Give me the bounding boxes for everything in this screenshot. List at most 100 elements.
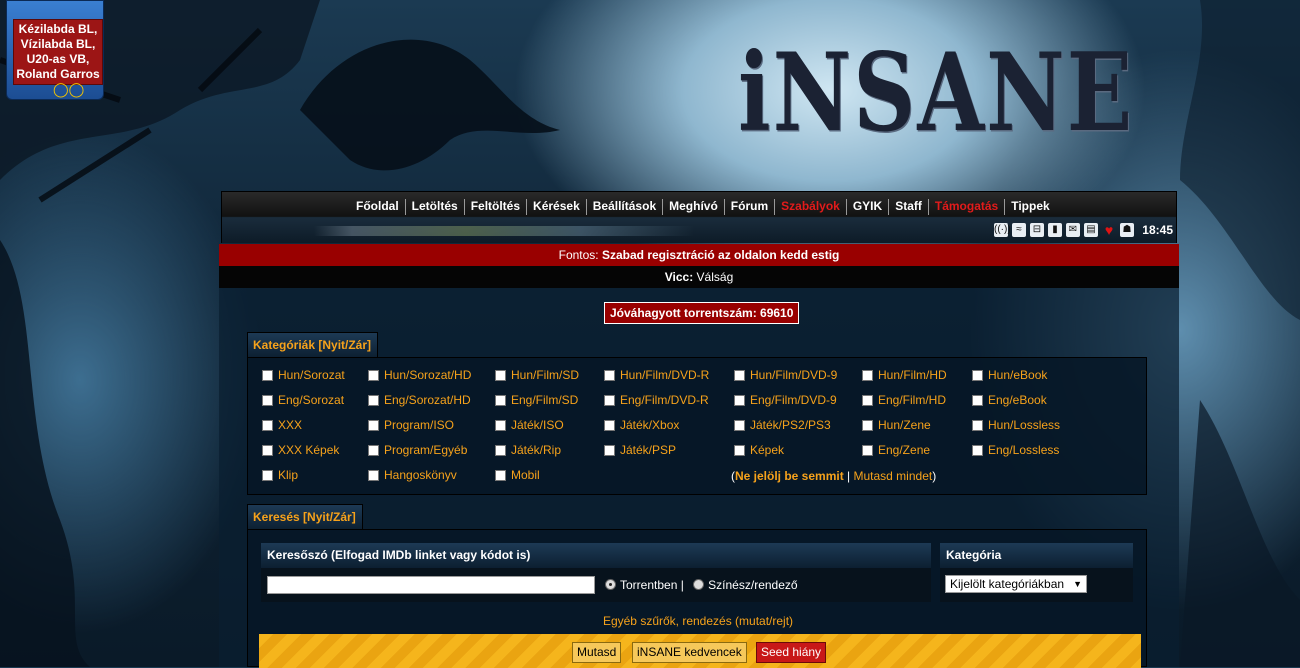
category-label[interactable]: Hun/Sorozat [278, 368, 345, 382]
category-checkbox[interactable] [262, 394, 273, 406]
category-checkbox[interactable] [495, 469, 506, 481]
category-item[interactable]: Képek [734, 443, 784, 457]
category-item[interactable]: Hun/Lossless [972, 418, 1060, 432]
category-item[interactable]: Hun/Film/HD [862, 368, 947, 382]
favorites-button[interactable]: iNSANE kedvencek [632, 642, 747, 663]
category-item[interactable]: Játék/Rip [495, 443, 561, 457]
category-label[interactable]: Hun/eBook [988, 368, 1047, 382]
category-label[interactable]: Mobil [511, 468, 540, 482]
category-item[interactable]: Eng/Film/HD [862, 393, 946, 407]
category-item[interactable]: XXX [262, 418, 302, 432]
category-item[interactable]: Eng/Sorozat [262, 393, 344, 407]
site-logo[interactable]: iNSANE [738, 30, 1134, 156]
category-label[interactable]: Hun/Film/DVD-9 [750, 368, 837, 382]
category-item[interactable]: Klip [262, 468, 298, 482]
promo-badge[interactable]: Kézilabda BL, Vízilabda BL, U20-as VB, R… [6, 0, 104, 100]
category-checkbox[interactable] [262, 419, 273, 431]
category-label[interactable]: Eng/eBook [988, 393, 1047, 407]
heart-icon[interactable]: ♥ [1102, 223, 1116, 237]
category-item[interactable]: XXX Képek [262, 443, 339, 457]
nav-link-tippek[interactable]: Tippek [1005, 199, 1055, 215]
category-label[interactable]: Hun/Film/SD [511, 368, 579, 382]
category-checkbox[interactable] [262, 469, 273, 481]
category-checkbox[interactable] [862, 444, 873, 456]
category-checkbox[interactable] [972, 369, 983, 381]
message-icon[interactable]: ▤ [1084, 223, 1098, 237]
nav-link-beallitasok[interactable]: Beállítások [587, 199, 664, 215]
category-label[interactable]: Játék/PS2/PS3 [750, 418, 831, 432]
category-checkbox[interactable] [368, 469, 379, 481]
category-item[interactable]: Hun/eBook [972, 368, 1047, 382]
category-label[interactable]: Program/ISO [384, 418, 454, 432]
category-checkbox[interactable] [734, 394, 745, 406]
mail-icon[interactable]: ✉ [1066, 223, 1080, 237]
category-label[interactable]: Eng/Film/SD [511, 393, 578, 407]
radio-torrent[interactable] [605, 579, 616, 590]
nav-link-szabalyok[interactable]: Szabályok [775, 199, 847, 215]
nav-link-staff[interactable]: Staff [889, 199, 929, 215]
category-item[interactable]: Eng/Zene [862, 443, 930, 457]
show-button[interactable]: Mutasd [572, 642, 622, 663]
category-checkbox[interactable] [972, 394, 983, 406]
category-checkbox[interactable] [734, 369, 745, 381]
keyword-input[interactable] [267, 576, 595, 594]
category-checkbox[interactable] [862, 419, 873, 431]
category-label[interactable]: Eng/Film/DVD-9 [750, 393, 837, 407]
seed-shortage-button[interactable]: Seed hiány [756, 642, 827, 663]
category-checkbox[interactable] [734, 444, 745, 456]
profile-icon[interactable]: ☗ [1120, 223, 1134, 237]
category-label[interactable]: XXX [278, 418, 302, 432]
category-item[interactable]: Mobil [495, 468, 540, 482]
category-label[interactable]: Hun/Zene [878, 418, 931, 432]
category-checkbox[interactable] [972, 419, 983, 431]
rss-radio-icon[interactable]: ((·)) [994, 223, 1011, 237]
category-checkbox[interactable] [495, 444, 506, 456]
category-checkbox[interactable] [262, 444, 273, 456]
category-checkbox[interactable] [368, 394, 379, 406]
category-checkbox[interactable] [368, 444, 379, 456]
category-checkbox[interactable] [368, 369, 379, 381]
cart-icon[interactable]: ⊟ [1030, 223, 1044, 237]
category-item[interactable]: Eng/Sorozat/HD [368, 393, 471, 407]
category-checkbox[interactable] [604, 369, 615, 381]
category-checkbox[interactable] [604, 394, 615, 406]
joke-text[interactable]: Válság [697, 270, 734, 284]
category-label[interactable]: XXX Képek [278, 443, 339, 457]
nav-link-fooldal[interactable]: Főoldal [350, 199, 406, 215]
category-item[interactable]: Eng/Film/SD [495, 393, 578, 407]
category-item[interactable]: Hun/Film/DVD-9 [734, 368, 837, 382]
category-label[interactable]: Eng/Sorozat [278, 393, 344, 407]
category-label[interactable]: Hun/Sorozat/HD [384, 368, 471, 382]
category-label[interactable]: Eng/Film/DVD-R [620, 393, 709, 407]
category-label[interactable]: Képek [750, 443, 784, 457]
radio-actor[interactable] [693, 579, 705, 590]
category-item[interactable]: Hun/Film/SD [495, 368, 579, 382]
category-label[interactable]: Játék/ISO [511, 418, 564, 432]
category-item[interactable]: Hun/Sorozat/HD [368, 368, 471, 382]
category-checkbox[interactable] [734, 419, 745, 431]
category-label[interactable]: Eng/Film/HD [878, 393, 946, 407]
category-label[interactable]: Hangoskönyv [384, 468, 457, 482]
category-checkbox[interactable] [368, 419, 379, 431]
category-checkbox[interactable] [495, 419, 506, 431]
category-item[interactable]: Program/Egyéb [368, 443, 467, 457]
category-checkbox[interactable] [604, 419, 615, 431]
category-label[interactable]: Eng/Sorozat/HD [384, 393, 471, 407]
search-toggle-tab[interactable]: Keresés [Nyit/Zár] [247, 504, 363, 530]
nav-link-letoltes[interactable]: Letöltés [406, 199, 465, 215]
category-label[interactable]: Hun/Film/HD [878, 368, 947, 382]
category-checkbox[interactable] [495, 369, 506, 381]
radio-actor-label[interactable]: Színész/rendező [708, 578, 797, 592]
category-label[interactable]: Hun/Lossless [988, 418, 1060, 432]
category-item[interactable]: Játék/ISO [495, 418, 564, 432]
category-checkbox[interactable] [604, 444, 615, 456]
category-label[interactable]: Program/Egyéb [384, 443, 467, 457]
category-label[interactable]: Játék/Rip [511, 443, 561, 457]
category-label[interactable]: Hun/Film/DVD-R [620, 368, 709, 382]
category-item[interactable]: Hun/Film/DVD-R [604, 368, 709, 382]
nav-link-feltoltes[interactable]: Feltöltés [465, 199, 528, 215]
category-label[interactable]: Eng/Lossless [988, 443, 1059, 457]
category-checkbox[interactable] [862, 369, 873, 381]
nav-link-forum[interactable]: Fórum [725, 199, 776, 215]
category-item[interactable]: Eng/eBook [972, 393, 1047, 407]
